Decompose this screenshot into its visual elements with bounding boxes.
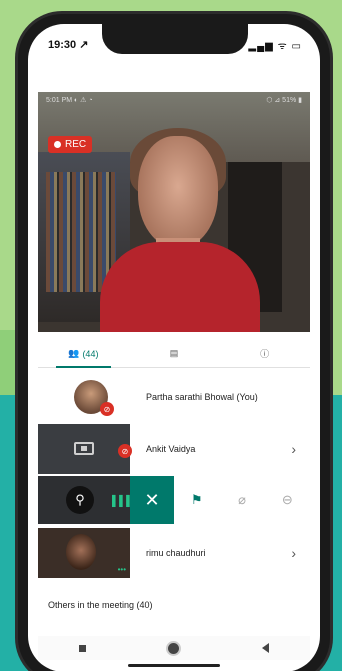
home-indicator	[128, 664, 220, 667]
participant-tile: ⚲ ▌▌▌	[38, 476, 133, 524]
mic-off-icon: ⊘	[118, 444, 132, 458]
tab-info[interactable]: ⓘ	[219, 340, 310, 367]
rec-label: REC	[65, 139, 87, 150]
mic-off-icon: ⊘	[100, 402, 114, 416]
tab-chat[interactable]: ▤	[129, 340, 220, 367]
participant-tile: •••	[38, 528, 130, 578]
participant-action-row: ⚲ ▌▌▌ ✕ ⚑ ⌀ ⊖	[38, 476, 310, 524]
phone-frame: 19:30 ↗ ▂▄▆ ᯤ ▭ 5:01 PM ◐ ⚠ ◔ ⬡ ⊿ 51% ▮ …	[18, 14, 330, 671]
video-status-right: ⬡ ⊿ 51% ▮	[266, 97, 302, 104]
rec-dot-icon	[54, 141, 61, 148]
others-heading: Others in the meeting (40)	[48, 600, 153, 610]
audio-level-icon: •••	[117, 565, 126, 574]
back-icon[interactable]	[261, 643, 269, 653]
participant-name: Ankit Vaidya	[146, 444, 196, 454]
main-video[interactable]: 5:01 PM ◐ ⚠ ◔ ⬡ ⊿ 51% ▮ REC	[38, 92, 310, 332]
notch	[102, 24, 248, 54]
video-body	[100, 242, 260, 332]
rec-badge: REC	[48, 136, 93, 153]
android-nav-bar	[38, 636, 310, 660]
video-status-left: 5:01 PM ◐ ⚠ ◔	[46, 97, 93, 104]
participant-row[interactable]: ••• rimu chaudhuri ›	[38, 528, 310, 578]
pin-icon: ⚲	[66, 486, 94, 514]
present-screen-icon	[74, 442, 94, 455]
video-face	[138, 136, 218, 248]
chevron-right-icon[interactable]: ›	[291, 441, 296, 457]
status-icons: ▂▄▆ ᯤ ▭	[248, 41, 302, 52]
action-panel: ✕ ⚑ ⌀ ⊖	[130, 476, 310, 524]
home-icon[interactable]	[168, 642, 180, 654]
recents-icon[interactable]	[79, 644, 87, 652]
status-time: 19:30 ↗	[48, 39, 89, 51]
pin-button[interactable]: ⚑	[174, 492, 219, 508]
participant-tile	[38, 424, 130, 474]
phone-screen: 19:30 ↗ ▂▄▆ ᯤ ▭ 5:01 PM ◐ ⚠ ◔ ⬡ ⊿ 51% ▮ …	[28, 24, 320, 671]
tab-bar: 👥 (44) ▤ ⓘ	[38, 340, 310, 368]
mute-button[interactable]: ⌀	[219, 492, 264, 508]
close-button[interactable]: ✕	[130, 476, 174, 524]
people-icon: 👥	[68, 348, 80, 358]
tab-people[interactable]: 👥 (44)	[38, 340, 129, 368]
participant-video	[66, 534, 96, 570]
remove-button[interactable]: ⊖	[265, 492, 310, 508]
participant-row[interactable]: ⊘ Partha sarathi Bhowal (You)	[38, 372, 310, 422]
info-icon: ⓘ	[260, 349, 270, 359]
chat-icon: ▤	[169, 348, 179, 358]
participant-name: Partha sarathi Bhowal (You)	[146, 392, 258, 402]
tab-people-label: (44)	[82, 348, 99, 359]
participant-row[interactable]: ⊘ Ankit Vaidya ›	[38, 424, 310, 474]
chevron-right-icon[interactable]: ›	[291, 545, 296, 561]
participant-name: rimu chaudhuri	[146, 548, 206, 558]
